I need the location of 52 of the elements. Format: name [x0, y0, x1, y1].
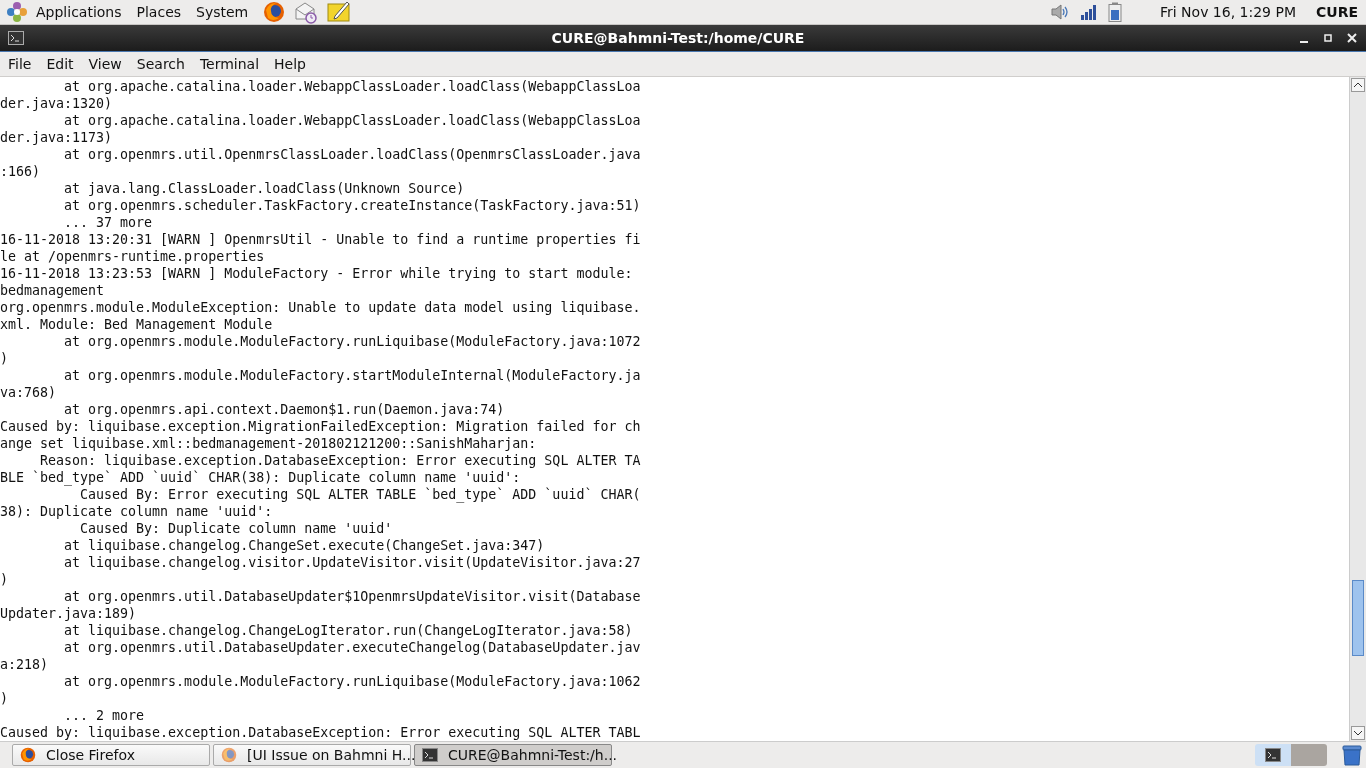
terminal-line: der.java:1173)	[0, 129, 113, 146]
terminal-line: a:218)	[0, 656, 49, 673]
menu-item[interactable]: Help	[274, 56, 306, 72]
terminal-line: Caused By: Error executing SQL ALTER TABLE `bed_type` ADD `uuid` CHAR(	[79, 486, 641, 503]
terminal-line: org.openmrs.module.ModuleException: Unable to update data model using liquibase.	[0, 299, 641, 316]
terminal-line: ange set liquibase.xml::bedmanagement-201802121200::SanishMaharjan:	[0, 435, 537, 452]
panel-user-name[interactable]: CURE	[1316, 4, 1358, 20]
terminal-line: at org.apache.catalina.loader.WebappClassLoader.loadClass(WebappClassLoa	[63, 112, 641, 129]
terminal-line: at org.openmrs.util.DatabaseUpdater.executeChangelog(DatabaseUpdater.jav	[63, 639, 641, 656]
terminal-line: )	[0, 690, 8, 707]
menu-item[interactable]: Terminal	[199, 56, 260, 72]
panel-menu[interactable]: Applications	[36, 4, 122, 20]
terminal-line: at org.openmrs.util.DatabaseUpdater$1OpenmrsUpdateVisitor.visit(Database	[63, 588, 641, 605]
window-title: CURE@Bahmni-Test:/home/CURE	[550, 30, 806, 46]
terminal-line: 16-11-2018 13:20:31 [WARN ] OpenmrsUtil - Unable to find a runtime properties fi	[0, 231, 641, 248]
terminal-line: va:768)	[0, 384, 57, 401]
terminal-line: Updater.java:189)	[0, 605, 137, 622]
panel-menu[interactable]: System	[196, 4, 249, 20]
terminal-line: Reason: liquibase.exception.DatabaseException: Error executing SQL ALTER TA	[39, 452, 641, 469]
terminal-line: Caused by: liquibase.exception.DatabaseException: Error executing SQL ALTER TABL	[0, 724, 641, 741]
terminal-line: at org.openmrs.module.ModuleFactory.runLiquibase(ModuleFactory.java:1062	[63, 673, 641, 690]
menu-item[interactable]: Edit	[46, 56, 74, 72]
terminal-line: bedmanagement	[0, 282, 105, 299]
terminal-line: at org.openmrs.module.ModuleFactory.runLiquibase(ModuleFactory.java:1072	[63, 333, 641, 350]
terminal-line: 38): Duplicate column name 'uuid':	[0, 503, 273, 520]
terminal-line: at org.openmrs.scheduler.TaskFactory.createInstance(TaskFactory.java:51)	[63, 197, 641, 214]
menu-item[interactable]: File	[8, 56, 32, 72]
menu-item[interactable]: View	[88, 56, 122, 72]
panel-clock[interactable]: Fri Nov 16, 1:29 PM	[1159, 4, 1296, 20]
terminal-line: )	[0, 571, 8, 588]
terminal-line: 16-11-2018 13:23:53 [WARN ] ModuleFactory - Error while trying to start module:	[0, 265, 633, 282]
terminal-line: xml. Module: Bed Management Module	[0, 316, 273, 333]
terminal-line: le at /openmrs-runtime.properties	[0, 248, 265, 265]
terminal-line: )	[0, 350, 8, 367]
terminal-line: ... 37 more	[63, 214, 153, 231]
taskbar-button[interactable]: Close Firefox	[12, 744, 210, 766]
terminal-line: BLE `bed_type` ADD `uuid` CHAR(38): Duplicate column name 'uuid':	[0, 469, 521, 486]
terminal-line: at liquibase.changelog.visitor.UpdateVisitor.visit(UpdateVisitor.java:27	[63, 554, 641, 571]
terminal-line: at org.openmrs.api.context.Daemon$1.run(Daemon.java:74)	[63, 401, 505, 418]
terminal-line: :166)	[0, 163, 41, 180]
terminal-line: der.java:1320)	[0, 95, 113, 112]
terminal-line: at org.openmrs.module.ModuleFactory.startModuleInternal(ModuleFactory.ja	[63, 367, 641, 384]
terminal-line: at liquibase.changelog.ChangeLogIterator.run(ChangeLogIterator.java:58)	[63, 622, 633, 639]
terminal-line: at org.apache.catalina.loader.WebappClassLoader.loadClass(WebappClassLoa	[63, 78, 641, 95]
menu-item[interactable]: Search	[136, 56, 185, 72]
terminal-line: at liquibase.changelog.ChangeSet.execute(ChangeSet.java:347)	[63, 537, 545, 554]
terminal-line: ... 2 more	[63, 707, 145, 724]
panel-menu[interactable]: Places	[136, 4, 182, 20]
terminal-line: Caused By: Duplicate column name 'uuid'	[79, 520, 393, 537]
terminal-line: Caused by: liquibase.exception.MigrationFailedException: Migration failed for ch	[0, 418, 641, 435]
terminal-line: at org.openmrs.util.OpenmrsClassLoader.loadClass(OpenmrsClassLoader.java	[63, 146, 641, 163]
terminal-line: at java.lang.ClassLoader.loadClass(Unknown Source)	[63, 180, 465, 197]
